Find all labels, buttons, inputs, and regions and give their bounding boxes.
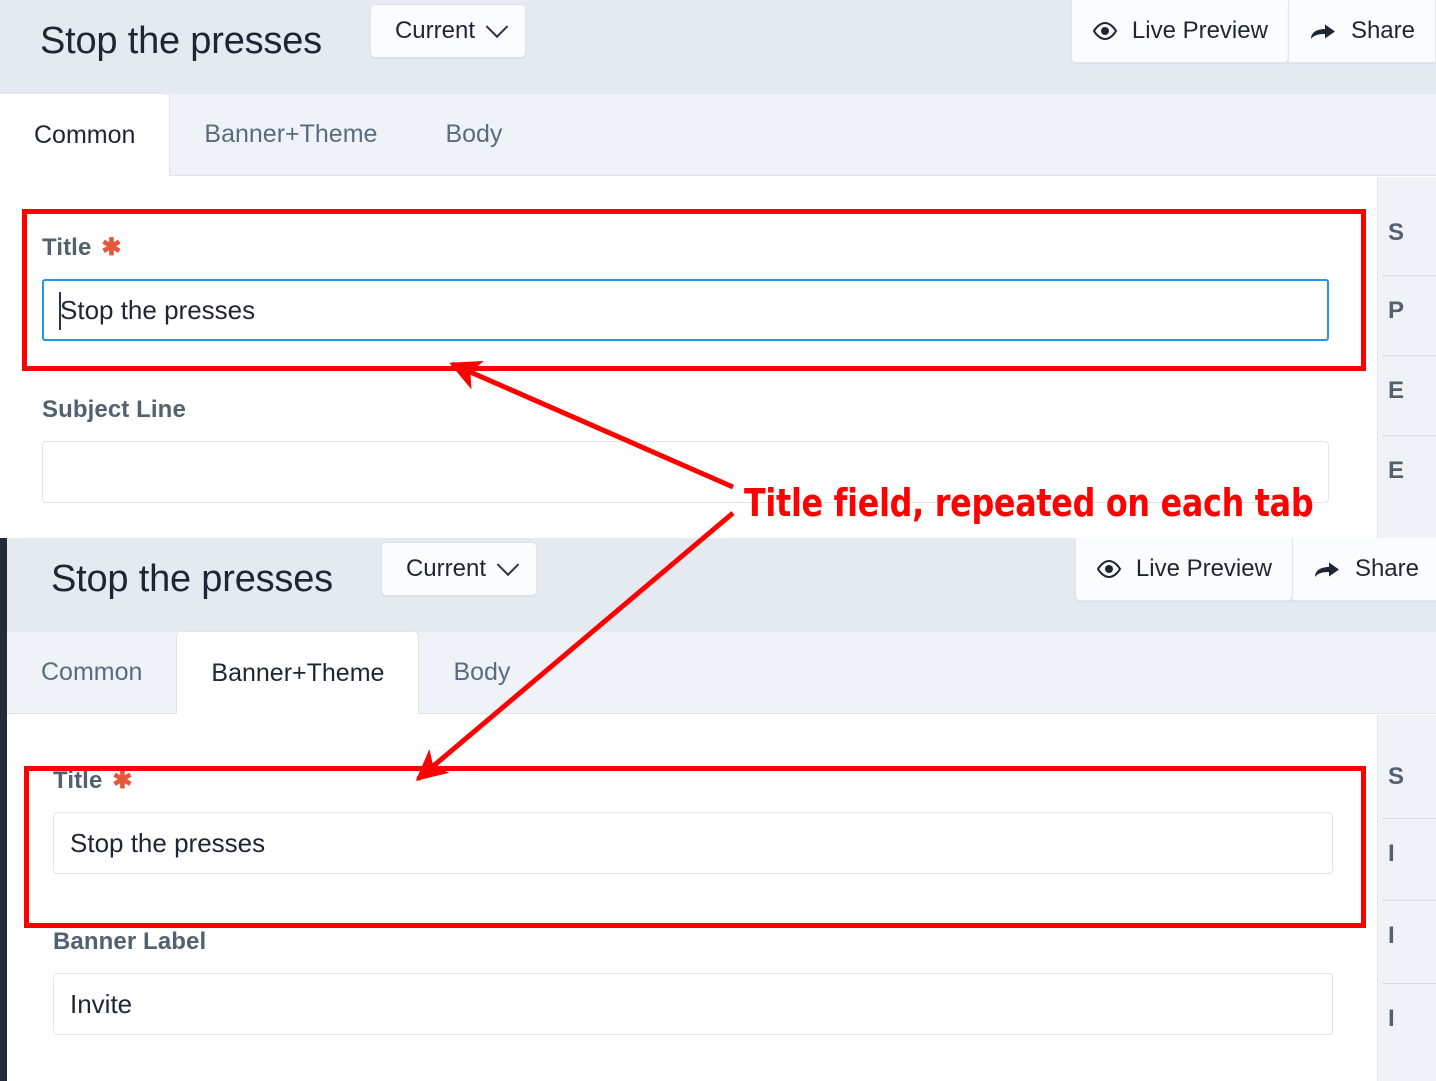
page-title: Stop the presses	[40, 20, 322, 62]
side-rail-divider-2-1	[1382, 900, 1436, 901]
field-title-2: Title ✱ Stop the presses	[53, 767, 1333, 874]
field-title: Title ✱ Stop the presses	[42, 234, 1329, 341]
share-button-2[interactable]: Share	[1291, 538, 1436, 601]
side-rail-divider-0	[1382, 275, 1436, 276]
version-dropdown[interactable]: Current	[369, 4, 526, 58]
tab-common-2[interactable]: Common	[7, 631, 176, 713]
tabstrip-banner-theme: Common Banner+Theme Body	[7, 631, 1436, 714]
eye-icon	[1092, 22, 1118, 40]
app-screenshot-banner-theme: Stop the presses Current Live Preview Sh…	[0, 538, 1436, 1081]
subject-line-input[interactable]	[42, 441, 1329, 503]
tab-body-2[interactable]: Body	[419, 631, 544, 713]
field-subject-line-label-text: Subject Line	[42, 396, 186, 423]
side-rail-item-2-3[interactable]: I	[1388, 1005, 1395, 1033]
banner-label-input[interactable]: Invite	[53, 973, 1333, 1035]
share-label: Share	[1350, 17, 1415, 44]
side-rail-item-2-0[interactable]: S	[1388, 763, 1404, 791]
side-rail-item-2-2[interactable]: I	[1388, 922, 1395, 950]
banner-label-input-value: Invite	[70, 988, 133, 1019]
share-arrow-icon-2	[1314, 562, 1339, 577]
tab-body-label: Body	[445, 119, 503, 148]
share-arrow-icon	[1310, 24, 1335, 39]
tab-banner-theme-label: Banner+Theme	[204, 119, 378, 148]
header-actions-common: Live Preview Share	[1070, 0, 1436, 63]
title-input-value-2: Stop the presses	[70, 827, 266, 858]
tab-banner-theme[interactable]: Banner+Theme	[170, 93, 411, 175]
chevron-down-icon	[485, 15, 509, 39]
side-rail-common: S P E E	[1377, 177, 1436, 538]
side-rail-divider-2	[1382, 435, 1436, 436]
version-dropdown-label-2: Current	[405, 555, 486, 582]
tab-common-label: Common	[34, 120, 136, 149]
eye-icon-2	[1096, 560, 1122, 578]
app-header-common: Stop the presses Current Live Preview Sh…	[0, 0, 1436, 94]
live-preview-label: Live Preview	[1131, 17, 1268, 44]
side-rail-divider-1	[1382, 355, 1436, 356]
field-banner-label-label: Banner Label	[53, 928, 1333, 956]
field-title-label-text: Title	[42, 234, 92, 261]
title-input-value: Stop the presses	[60, 294, 256, 325]
side-rail-divider-2-2	[1382, 983, 1436, 984]
share-button[interactable]: Share	[1287, 0, 1436, 63]
required-asterisk-2: ✱	[112, 767, 133, 794]
tab-common[interactable]: Common	[0, 93, 171, 176]
side-rail-item-2[interactable]: E	[1388, 377, 1404, 405]
side-rail-item-1[interactable]: P	[1388, 297, 1404, 325]
required-asterisk: ✱	[101, 234, 122, 261]
side-rail-item-3[interactable]: E	[1388, 457, 1404, 485]
version-dropdown-2[interactable]: Current	[380, 542, 537, 596]
app-header-banner-theme: Stop the presses Current Live Preview Sh…	[7, 538, 1436, 632]
field-banner-label-text: Banner Label	[53, 928, 207, 955]
form-area-banner-theme: Title ✱ Stop the presses Banner Label In…	[7, 715, 1378, 1081]
form-area-common: Title ✱ Stop the presses Subject Line	[0, 177, 1378, 538]
tabstrip-common: Common Banner+Theme Body	[0, 93, 1436, 176]
live-preview-label-2: Live Preview	[1135, 555, 1272, 582]
tab-common-label-2: Common	[41, 657, 143, 686]
side-rail-item-2-1[interactable]: I	[1388, 840, 1395, 868]
app-screenshot-common: Stop the presses Current Live Preview Sh…	[0, 0, 1436, 538]
tab-body-label-2: Body	[453, 657, 511, 686]
tab-banner-theme-2[interactable]: Banner+Theme	[176, 631, 420, 714]
share-label-2: Share	[1354, 555, 1419, 582]
title-input-2[interactable]: Stop the presses	[53, 812, 1333, 874]
chevron-down-icon-2	[496, 553, 520, 577]
page-title-2: Stop the presses	[51, 558, 333, 600]
field-subject-line: Subject Line	[42, 396, 1329, 503]
live-preview-button[interactable]: Live Preview	[1070, 0, 1289, 63]
side-rail-divider-2-0	[1382, 818, 1436, 819]
field-title-label: Title ✱	[42, 234, 1329, 262]
tab-body[interactable]: Body	[411, 93, 536, 175]
live-preview-button-2[interactable]: Live Preview	[1074, 538, 1293, 601]
field-title-label-2: Title ✱	[53, 767, 1333, 795]
field-banner-label: Banner Label Invite	[53, 928, 1333, 1035]
field-title-label-text-2: Title	[53, 767, 103, 794]
side-rail-item-0[interactable]: S	[1388, 219, 1404, 247]
field-subject-line-label: Subject Line	[42, 396, 1329, 424]
header-actions-banner-theme: Live Preview Share	[1074, 538, 1436, 601]
version-dropdown-label: Current	[394, 17, 475, 44]
text-caret	[59, 292, 61, 330]
side-rail-banner-theme: S I I I	[1377, 715, 1436, 1081]
tab-banner-theme-label-2: Banner+Theme	[211, 658, 385, 687]
title-input[interactable]: Stop the presses	[42, 279, 1329, 341]
